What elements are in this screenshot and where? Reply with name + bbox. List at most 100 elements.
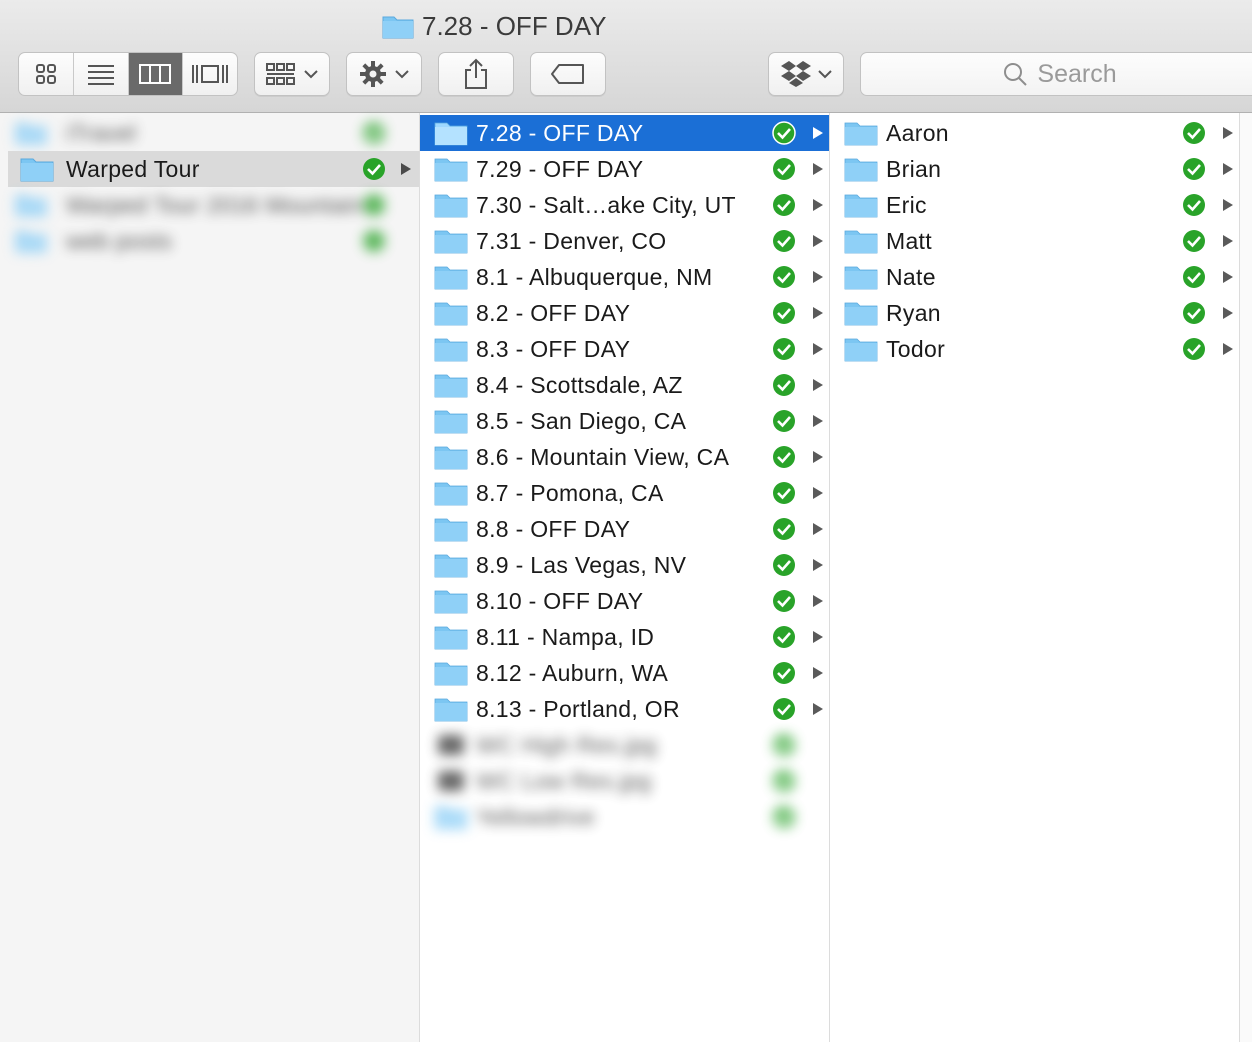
sync-check-icon bbox=[773, 698, 795, 720]
disclosure-arrow-icon bbox=[1223, 235, 1233, 247]
group-by-button[interactable] bbox=[254, 52, 330, 96]
item-label: 8.11 - Nampa, ID bbox=[476, 623, 655, 650]
list-item[interactable]: web posts bbox=[0, 223, 419, 259]
folder-icon bbox=[844, 230, 878, 254]
list-item[interactable]: 8.1 - Albuquerque, NM bbox=[420, 259, 829, 295]
item-label: 7.28 - OFF DAY bbox=[476, 119, 644, 146]
list-item[interactable]: Eric bbox=[830, 187, 1239, 223]
icon-view-button[interactable] bbox=[19, 53, 74, 95]
item-label: Warped Tour 2016 Mountain bbox=[66, 191, 363, 218]
window-title: 7.28 - OFF DAY bbox=[382, 10, 606, 42]
sync-check-icon bbox=[773, 770, 795, 792]
list-view-button[interactable] bbox=[74, 53, 129, 95]
grid-icon bbox=[35, 64, 56, 84]
item-label: Matt bbox=[886, 227, 932, 254]
list-item[interactable]: 8.6 - Mountain View, CA bbox=[420, 439, 829, 475]
disclosure-arrow-icon bbox=[1223, 199, 1233, 211]
sync-check-icon bbox=[773, 554, 795, 576]
item-label: 8.2 - OFF DAY bbox=[476, 299, 631, 326]
folder-icon bbox=[434, 482, 468, 506]
sync-check-icon bbox=[773, 374, 795, 396]
disclosure-arrow-icon bbox=[813, 487, 823, 499]
sync-check-icon bbox=[773, 482, 795, 504]
list-item[interactable]: iTravel bbox=[0, 115, 419, 151]
disclosure-arrow-icon bbox=[813, 235, 823, 247]
list-item[interactable]: WC High Res.jpg bbox=[420, 727, 829, 763]
list-item[interactable]: 7.29 - OFF DAY bbox=[420, 151, 829, 187]
folder-icon bbox=[434, 410, 468, 434]
list-item[interactable]: 8.9 - Las Vegas, NV bbox=[420, 547, 829, 583]
list-item[interactable]: Nate bbox=[830, 259, 1239, 295]
dropbox-icon bbox=[781, 61, 811, 87]
cover-flow-view-button[interactable] bbox=[183, 53, 237, 95]
search-placeholder: Search bbox=[1037, 59, 1117, 88]
sync-check-icon bbox=[773, 734, 795, 756]
sync-check-icon bbox=[1183, 122, 1205, 144]
item-label: iTravel bbox=[66, 119, 137, 146]
column-2: 7.28 - OFF DAY 7.29 - OFF DAY 7.30 - Salt…… bbox=[420, 113, 830, 1042]
item-label: 8.1 - Albuquerque, NM bbox=[476, 263, 713, 290]
item-label: 8.12 - Auburn, WA bbox=[476, 659, 669, 686]
disclosure-arrow-icon bbox=[813, 307, 823, 319]
list-item[interactable]: 7.31 - Denver, CO bbox=[420, 223, 829, 259]
sync-check-icon bbox=[1183, 158, 1205, 180]
list-item-selected[interactable]: Warped Tour bbox=[8, 151, 419, 187]
image-file-icon bbox=[438, 735, 464, 755]
disclosure-arrow-icon bbox=[813, 667, 823, 679]
window-edge bbox=[1240, 113, 1252, 1042]
column-view-button[interactable] bbox=[128, 53, 184, 95]
disclosure-arrow-icon bbox=[813, 163, 823, 175]
list-item[interactable]: Brian bbox=[830, 151, 1239, 187]
item-label: 7.29 - OFF DAY bbox=[476, 155, 644, 182]
list-item[interactable]: 8.12 - Auburn, WA bbox=[420, 655, 829, 691]
action-button[interactable] bbox=[346, 52, 422, 96]
sync-check-icon bbox=[773, 410, 795, 432]
column-1: iTravel Warped Tour Warped Tour 2016 Mou… bbox=[0, 113, 420, 1042]
search-field[interactable]: Search bbox=[860, 52, 1252, 96]
item-label: WC High Res.jpg bbox=[476, 731, 657, 758]
list-item[interactable]: Aaron bbox=[830, 115, 1239, 151]
item-label: Nate bbox=[886, 263, 936, 290]
tags-button[interactable] bbox=[530, 52, 606, 96]
gear-icon bbox=[360, 61, 386, 87]
sync-check-icon bbox=[773, 806, 795, 828]
list-item[interactable]: 8.11 - Nampa, ID bbox=[420, 619, 829, 655]
list-icon bbox=[87, 65, 114, 85]
list-item[interactable]: 8.13 - Portland, OR bbox=[420, 691, 829, 727]
list-item[interactable]: Matt bbox=[830, 223, 1239, 259]
share-button[interactable] bbox=[438, 52, 514, 96]
disclosure-arrow-icon bbox=[813, 271, 823, 283]
folder-icon bbox=[844, 158, 878, 182]
folder-icon bbox=[434, 194, 468, 218]
cover-flow-icon bbox=[192, 65, 229, 83]
list-item[interactable]: 8.2 - OFF DAY bbox=[420, 295, 829, 331]
item-label: 8.8 - OFF DAY bbox=[476, 515, 631, 542]
sync-check-icon bbox=[1183, 230, 1205, 252]
list-item[interactable]: 8.8 - OFF DAY bbox=[420, 511, 829, 547]
item-label: 8.4 - Scottsdale, AZ bbox=[476, 371, 683, 398]
sync-check-icon bbox=[773, 590, 795, 612]
item-label: Aaron bbox=[886, 119, 949, 146]
list-item[interactable]: WC Low Res.jpg bbox=[420, 763, 829, 799]
list-item-selected[interactable]: 7.28 - OFF DAY bbox=[420, 115, 829, 151]
folder-icon bbox=[434, 338, 468, 362]
sync-check-icon bbox=[1183, 338, 1205, 360]
disclosure-arrow-icon bbox=[813, 343, 823, 355]
dropbox-button[interactable] bbox=[768, 52, 844, 96]
list-item[interactable]: 8.5 - San Diego, CA bbox=[420, 403, 829, 439]
list-item[interactable]: 8.4 - Scottsdale, AZ bbox=[420, 367, 829, 403]
list-item[interactable]: 8.3 - OFF DAY bbox=[420, 331, 829, 367]
folder-icon bbox=[434, 662, 468, 686]
list-item[interactable]: Warped Tour 2016 Mountain bbox=[0, 187, 419, 223]
sync-check-icon bbox=[773, 230, 795, 252]
list-item[interactable]: Todor bbox=[830, 331, 1239, 367]
list-item[interactable]: Yellowdrive bbox=[420, 799, 829, 835]
item-label: Ryan bbox=[886, 299, 941, 326]
disclosure-arrow-icon bbox=[813, 559, 823, 571]
list-item[interactable]: Ryan bbox=[830, 295, 1239, 331]
folder-icon bbox=[844, 266, 878, 290]
list-item[interactable]: 8.7 - Pomona, CA bbox=[420, 475, 829, 511]
list-item[interactable]: 7.30 - Salt…ake City, UT bbox=[420, 187, 829, 223]
list-item[interactable]: 8.10 - OFF DAY bbox=[420, 583, 829, 619]
sync-check-icon bbox=[363, 230, 385, 252]
